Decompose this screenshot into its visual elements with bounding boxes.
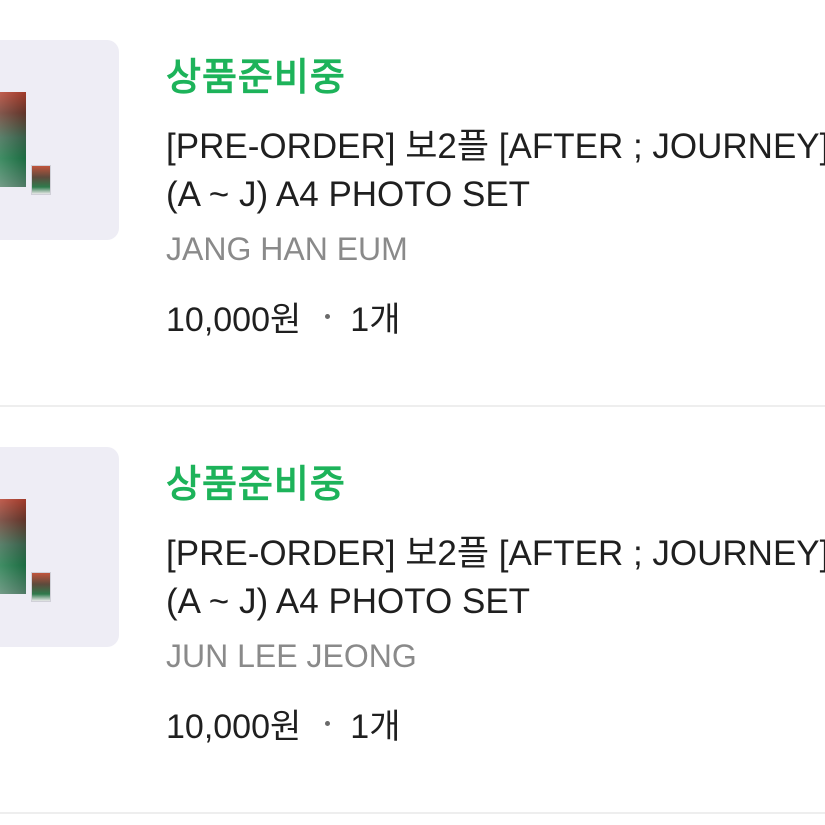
order-status: 상품준비중	[166, 464, 346, 506]
photo-shade	[0, 499, 26, 594]
photo-shade	[0, 92, 26, 187]
product-thumbnail[interactable]	[0, 40, 119, 240]
price-row: 10,000원 1개	[166, 292, 400, 341]
price: 10,000원	[166, 301, 302, 339]
photo-small-image	[31, 165, 51, 195]
product-title-line2[interactable]: (A ~ J) A4 PHOTO SET	[166, 175, 530, 215]
product-title-line1[interactable]: [PRE-ORDER] 보2플 [AFTER ; JOURNEY]	[166, 525, 825, 576]
product-thumbnail[interactable]	[0, 447, 119, 647]
price: 10,000원	[166, 708, 302, 746]
order-item[interactable]: 상품준비중 [PRE-ORDER] 보2플 [AFTER ; JOURNEY] …	[0, 0, 825, 407]
product-title-line2[interactable]: (A ~ J) A4 PHOTO SET	[166, 582, 530, 622]
product-artist: JUN LEE JEONG	[166, 638, 417, 674]
product-artist: JANG HAN EUM	[166, 231, 408, 267]
divider	[0, 812, 825, 814]
order-status: 상품준비중	[166, 57, 346, 99]
quantity: 1개	[350, 301, 401, 339]
order-list: 상품준비중 [PRE-ORDER] 보2플 [AFTER ; JOURNEY] …	[0, 0, 825, 825]
price-row: 10,000원 1개	[166, 699, 400, 748]
product-title-line1[interactable]: [PRE-ORDER] 보2플 [AFTER ; JOURNEY]	[166, 118, 825, 169]
separator-dot	[325, 314, 331, 319]
order-item[interactable]: 상품준비중 [PRE-ORDER] 보2플 [AFTER ; JOURNEY] …	[0, 407, 825, 814]
photo-small-image	[31, 572, 51, 602]
quantity: 1개	[350, 708, 401, 746]
separator-dot	[325, 721, 331, 726]
